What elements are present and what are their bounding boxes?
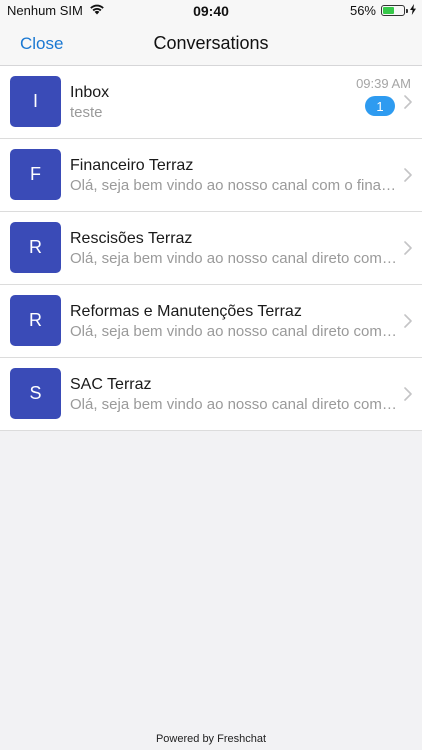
conversation-title: SAC Terraz <box>70 376 152 393</box>
conversation-row-reformas[interactable]: R Reformas e Manutenções Terraz Olá, sej… <box>0 285 422 358</box>
avatar: S <box>10 368 61 419</box>
conversation-row-financeiro[interactable]: F Financeiro Terraz Olá, seja bem vindo … <box>0 139 422 212</box>
chevron-right-icon <box>404 95 412 109</box>
conversation-title: Rescisões Terraz <box>70 230 193 247</box>
avatar: R <box>10 222 61 273</box>
conversation-list: I Inbox teste 09:39 AM 1 F Financeiro Te… <box>0 66 422 431</box>
conversation-time: 09:39 AM <box>356 76 411 91</box>
page-title: Conversations <box>153 33 269 53</box>
conversation-preview: Olá, seja bem vindo ao nosso canal diret… <box>70 323 400 340</box>
chevron-right-icon <box>404 241 412 255</box>
avatar: F <box>10 149 61 200</box>
conversation-preview: teste <box>70 104 103 121</box>
battery-percent: 56% <box>349 3 376 18</box>
chevron-right-icon <box>404 314 412 328</box>
conversation-preview: Olá, seja bem vindo ao nosso canal diret… <box>70 250 400 267</box>
conversation-title: Inbox <box>70 84 110 101</box>
navigation-bar: Close Conversations <box>0 22 422 66</box>
battery-level <box>383 7 394 14</box>
conversation-preview: Olá, seja bem vindo ao nosso canal diret… <box>70 396 400 413</box>
conversation-row-rescisoes[interactable]: R Rescisões Terraz Olá, seja bem vindo a… <box>0 212 422 285</box>
status-bar: Nenhum SIM 09:40 56% <box>0 0 422 22</box>
conversation-title: Financeiro Terraz <box>70 157 194 174</box>
chevron-right-icon <box>404 168 412 182</box>
chevron-right-icon <box>404 387 412 401</box>
status-right: 56% <box>350 3 416 18</box>
unread-badge: 1 <box>365 96 395 116</box>
battery-icon <box>381 5 408 16</box>
conversation-title: Reformas e Manutenções Terraz <box>70 303 302 320</box>
conversation-row-sac[interactable]: S SAC Terraz Olá, seja bem vindo ao noss… <box>0 358 422 431</box>
avatar: R <box>10 295 61 346</box>
powered-by-footer[interactable]: Powered by Freshchat <box>0 733 422 745</box>
conversation-row-inbox[interactable]: I Inbox teste 09:39 AM 1 <box>0 66 422 139</box>
conversation-preview: Olá, seja bem vindo ao nosso canal com o… <box>70 177 400 194</box>
avatar: I <box>10 76 61 127</box>
charging-icon <box>410 3 416 18</box>
